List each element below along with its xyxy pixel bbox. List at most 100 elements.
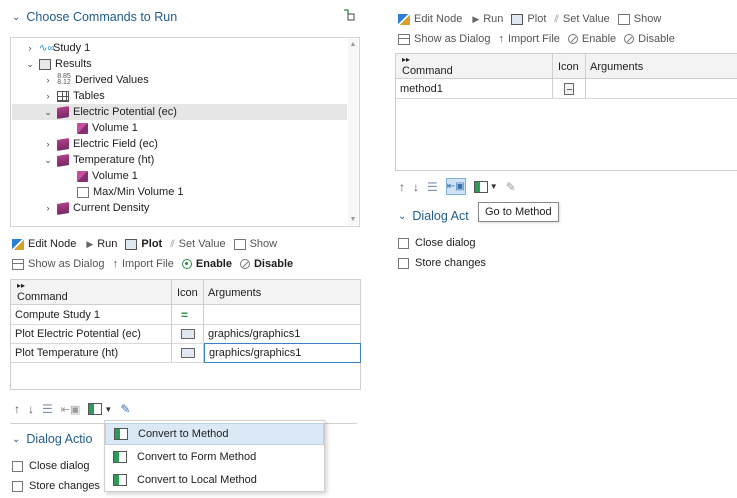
delete-rows-icon[interactable]: ☰	[427, 180, 438, 194]
dialog-actions-header-right[interactable]: ⌄ Dialog Act	[398, 209, 469, 223]
chevron-right-icon[interactable]: ›	[43, 75, 53, 85]
convert-to-method-dropdown[interactable]: ▼	[473, 180, 498, 193]
table-row-arguments-editing[interactable]: graphics/graphics1	[204, 343, 361, 363]
checkbox[interactable]	[398, 257, 409, 269]
plot-icon	[511, 13, 524, 25]
edit-node-button[interactable]: Edit Node	[414, 13, 462, 25]
tree-item-electric-potential[interactable]: ⌄ Electric Potential (ec)	[12, 104, 347, 120]
chevron-right-icon[interactable]: ›	[43, 139, 53, 149]
tree-item-temperature[interactable]: ⌄ Temperature (ht)	[43, 152, 154, 168]
show-as-dialog-button[interactable]: Show as Dialog	[28, 258, 104, 270]
chevron-right-icon[interactable]: ›	[43, 91, 53, 101]
run-button[interactable]: Run	[97, 238, 117, 250]
plot-icon	[177, 344, 195, 362]
scroll-down-icon[interactable]: ▼	[348, 216, 358, 223]
equals-icon: =	[181, 308, 189, 322]
tree-item-max-min-volume[interactable]: Max/Min Volume 1	[77, 184, 183, 200]
close-dialog-checkbox[interactable]: Close dialog	[398, 237, 476, 249]
tree-item-label: Volume 1	[92, 122, 138, 134]
run-button[interactable]: Run	[483, 13, 503, 25]
store-changes-checkbox[interactable]: Store changes	[398, 257, 486, 269]
convert-to-method-dropdown[interactable]: ▼	[88, 403, 112, 415]
menu-item-convert-to-local-method[interactable]: Convert to Local Method	[105, 469, 324, 491]
commands-table[interactable]: ▸▸ Command Icon Arguments Compute Study …	[10, 279, 361, 390]
checkbox[interactable]	[12, 460, 23, 472]
set-value-button[interactable]: Set Value	[179, 238, 226, 250]
column-header-icon[interactable]: Icon	[554, 54, 584, 79]
chevron-right-icon[interactable]: ›	[25, 43, 35, 53]
delete-rows-icon[interactable]: ☰	[42, 402, 53, 416]
move-up-icon[interactable]: ↑	[399, 180, 405, 194]
dialog-actions-header[interactable]: ⌄ Dialog Actio	[12, 432, 92, 446]
column-header-arguments[interactable]: Arguments	[204, 280, 359, 305]
tree-select-icon[interactable]	[342, 8, 356, 22]
chevron-down-icon[interactable]: ⌄	[25, 59, 35, 70]
disable-button[interactable]: Disable	[638, 33, 675, 45]
convert-method-icon	[473, 180, 488, 193]
plot-button[interactable]: Plot	[527, 13, 546, 25]
tree-item-electric-field[interactable]: › Electric Field (ec)	[43, 136, 158, 152]
run-icon: ▶	[86, 238, 94, 249]
go-to-method-button[interactable]: ⇤▣	[445, 178, 466, 195]
close-dialog-checkbox[interactable]: Close dialog	[12, 460, 90, 472]
chevron-down-icon: ⌄	[12, 11, 21, 23]
menu-item-convert-to-form-method[interactable]: Convert to Form Method	[105, 446, 324, 468]
column-header-command[interactable]: Command	[398, 62, 548, 79]
edit-node-icon	[12, 238, 24, 250]
checkbox[interactable]	[12, 480, 23, 492]
edit-method-icon[interactable]: ✎	[120, 402, 130, 416]
tree-item-study[interactable]: › ∿∞ Study 1	[25, 40, 91, 56]
go-to-method-icon[interactable]: ⇤▣	[61, 403, 81, 416]
tree-item-derived-values[interactable]: › 8.85 8.12 Derived Values	[43, 72, 149, 88]
column-header-arguments[interactable]: Arguments	[586, 54, 736, 79]
column-header-command[interactable]: Command	[13, 288, 171, 305]
show-button[interactable]: Show	[250, 238, 278, 250]
import-file-button[interactable]: Import File	[122, 258, 174, 270]
plot-icon	[177, 325, 195, 343]
edit-node-icon	[398, 13, 410, 25]
show-icon	[617, 13, 630, 25]
commands-table-right[interactable]: ▸▸ Command Icon Arguments method1	[395, 53, 737, 171]
store-changes-checkbox[interactable]: Store changes	[12, 480, 100, 492]
chevron-down-icon[interactable]: ⌄	[43, 107, 53, 118]
table-row-command[interactable]: Compute Study 1	[11, 306, 169, 324]
column-header-icon[interactable]: Icon	[173, 280, 203, 305]
move-down-icon[interactable]: ↓	[413, 180, 419, 194]
scroll-up-icon[interactable]: ▲	[348, 41, 358, 48]
move-up-icon[interactable]: ↑	[14, 402, 20, 416]
tree-item-current-density[interactable]: › Current Density	[43, 200, 149, 216]
choose-commands-header[interactable]: ⌄ Choose Commands to Run	[12, 10, 177, 24]
table-row-arguments[interactable]: graphics/graphics1	[204, 325, 359, 343]
tree-item-results[interactable]: ⌄ Results	[25, 56, 91, 72]
results-icon	[39, 58, 51, 70]
show-button[interactable]: Show	[634, 13, 662, 25]
command-toolbar-right-2: Show as Dialog ↑ Import File Enable Disa…	[398, 33, 675, 45]
set-value-button[interactable]: Set Value	[563, 13, 610, 25]
menu-item-convert-to-method[interactable]: Convert to Method	[105, 423, 324, 445]
tree-item-volume-1[interactable]: Volume 1	[77, 120, 138, 136]
edit-method-icon[interactable]: ✎	[506, 180, 516, 194]
chevron-right-icon[interactable]: ›	[43, 203, 53, 213]
tree-item-label: Electric Field (ec)	[73, 138, 158, 150]
edit-node-button[interactable]: Edit Node	[28, 238, 76, 250]
tree-scrollbar[interactable]: ▲ ▼	[348, 39, 358, 225]
checkbox[interactable]	[398, 237, 409, 249]
derived-values-icon: 8.85 8.12	[57, 73, 71, 86]
disable-icon	[624, 34, 635, 44]
tree-item-volume-1[interactable]: Volume 1	[77, 168, 138, 184]
run-icon: ▶	[472, 13, 480, 24]
enable-button[interactable]: Enable	[196, 258, 232, 270]
plot-button[interactable]: Plot	[141, 238, 162, 250]
move-down-icon[interactable]: ↓	[28, 402, 34, 416]
tree-item-label: Tables	[73, 90, 105, 102]
table-row-command[interactable]: Plot Electric Potential (ec)	[11, 325, 169, 343]
disable-button[interactable]: Disable	[254, 258, 293, 270]
table-row-command[interactable]: method1	[396, 80, 546, 98]
model-tree[interactable]: › ∿∞ Study 1 ⌄ Results › 8.85 8.12 Derive…	[10, 37, 360, 227]
import-file-button[interactable]: Import File	[508, 33, 560, 45]
show-as-dialog-button[interactable]: Show as Dialog	[414, 33, 490, 45]
chevron-down-icon[interactable]: ⌄	[43, 155, 53, 166]
tree-item-tables[interactable]: › Tables	[43, 88, 105, 104]
enable-button[interactable]: Enable	[582, 33, 616, 45]
table-row-command[interactable]: Plot Temperature (ht)	[11, 344, 169, 362]
